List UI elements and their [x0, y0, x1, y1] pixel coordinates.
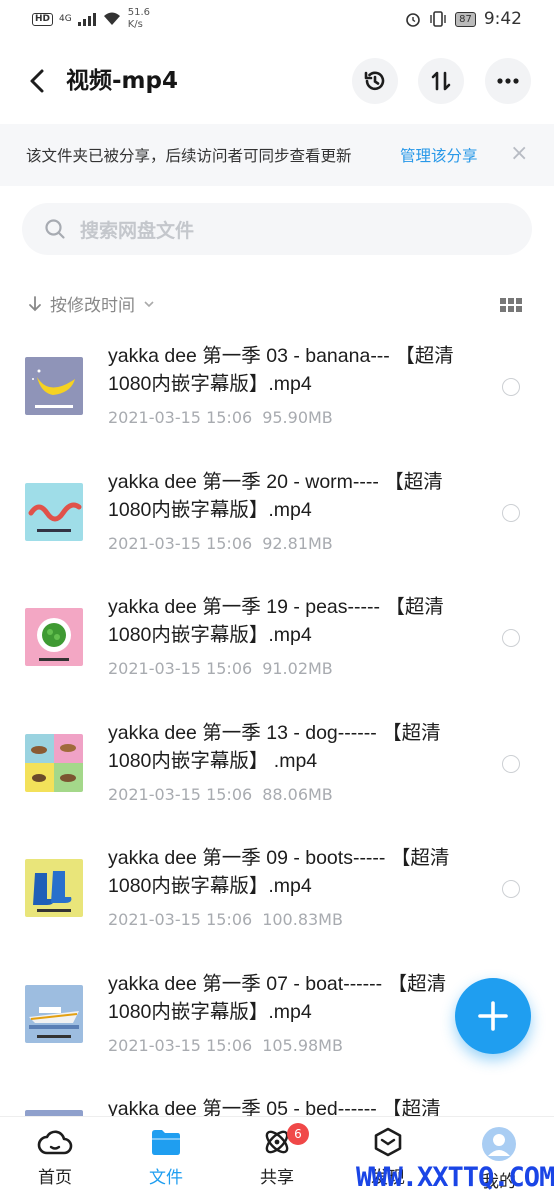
- video-thumbnail-worm: [25, 482, 83, 541]
- file-name: yakka dee 第一季 19 - peas----- 【超清1080内嵌字幕…: [108, 596, 444, 646]
- speed-value: 51.6: [127, 7, 150, 18]
- file-size: 91.02MB: [262, 659, 333, 678]
- battery-level: 87: [455, 11, 476, 27]
- file-date: 2021-03-15 15:06: [108, 659, 253, 678]
- file-row[interactable]: yakka dee 第一季 13 - dog------ 【超清1080内嵌字幕…: [0, 707, 554, 833]
- hd-indicator: HD: [32, 12, 54, 26]
- alarm-icon: [406, 13, 420, 27]
- more-button[interactable]: [485, 58, 531, 104]
- share-banner-text: 该文件夹已被分享，后续访问者可同步查看更新: [26, 147, 352, 165]
- wifi-icon: [103, 12, 120, 25]
- sort-down-arrow-icon: [29, 295, 41, 311]
- nav-home[interactable]: 首页: [15, 1127, 95, 1188]
- transfer-button[interactable]: [418, 58, 464, 104]
- file-date: 2021-03-15 15:06: [108, 533, 253, 553]
- nav-files-label: 文件: [149, 1168, 183, 1188]
- grid-view-icon[interactable]: [500, 298, 522, 312]
- sort-dropdown[interactable]: 按修改时间: [28, 291, 155, 316]
- back-arrow-icon: [30, 69, 44, 93]
- back-button[interactable]: [22, 64, 56, 98]
- speed-unit: K/s: [127, 19, 143, 30]
- network-type: 4G: [59, 14, 72, 24]
- transfer-icon: [431, 71, 451, 91]
- nav-share-label: 共享: [260, 1168, 294, 1188]
- vibrate-icon: [430, 11, 446, 27]
- file-date: 2021-03-15 15:06: [108, 910, 253, 929]
- select-radio[interactable]: [502, 503, 520, 522]
- file-name: yakka dee 第一季 13 - dog------ 【超清1080内嵌字幕…: [108, 721, 441, 772]
- nav-home-label: 首页: [38, 1168, 72, 1188]
- plus-icon: [478, 1001, 508, 1031]
- sort-label: 按修改时间: [50, 296, 135, 316]
- folder-icon: [152, 1130, 180, 1155]
- avatar-icon: [482, 1127, 516, 1161]
- file-date: 2021-03-15 15:06: [108, 408, 253, 427]
- add-button[interactable]: [455, 978, 531, 1054]
- file-name: yakka dee 第一季 03 - banana--- 【超清1080内嵌字幕…: [108, 345, 454, 395]
- file-row[interactable]: yakka dee 第一季 20 - worm---- 【超清1080内嵌字幕版…: [0, 456, 554, 582]
- video-thumbnail-boots: [25, 859, 83, 917]
- file-date: 2021-03-15 15:06: [108, 1035, 253, 1055]
- close-banner-button[interactable]: ×: [510, 142, 528, 166]
- file-list: yakka dee 第一季 03 - banana--- 【超清1080内嵌字幕…: [0, 330, 554, 1200]
- history-button[interactable]: [352, 58, 398, 104]
- file-size: 92.81MB: [262, 533, 333, 553]
- select-radio[interactable]: [502, 629, 520, 647]
- page-title: 视频-mp4: [66, 68, 178, 94]
- clock: 9:42: [483, 9, 522, 29]
- search-placeholder: 搜索网盘文件: [80, 219, 195, 242]
- video-thumbnail-dog: [25, 733, 83, 792]
- search-icon: [45, 219, 65, 239]
- file-row[interactable]: yakka dee 第一季 19 - peas----- 【超清1080内嵌字幕…: [0, 581, 554, 707]
- video-thumbnail-banana: [25, 357, 83, 415]
- file-size: 95.90MB: [262, 408, 333, 427]
- app-header: 视频-mp4: [0, 50, 554, 112]
- share-badge: 6: [287, 1123, 309, 1145]
- watermark: WWW.XXTTQ.COM: [356, 1162, 554, 1193]
- file-date: 2021-03-15 15:06: [108, 784, 253, 804]
- history-icon: [364, 71, 385, 91]
- file-name: yakka dee 第一季 09 - boots----- 【超清1080内嵌字…: [108, 847, 450, 897]
- video-thumbnail-peas: [25, 608, 83, 666]
- file-row[interactable]: yakka dee 第一季 09 - boots----- 【超清1080内嵌字…: [0, 832, 554, 958]
- discover-cube-icon: [374, 1127, 402, 1157]
- select-radio[interactable]: [502, 754, 520, 773]
- select-radio[interactable]: [502, 880, 520, 898]
- status-bar: HD 4G 51.6 K/s 87 9:42: [0, 0, 554, 38]
- file-row[interactable]: yakka dee 第一季 03 - banana--- 【超清1080内嵌字幕…: [0, 330, 554, 456]
- nav-share[interactable]: 6 共享: [237, 1123, 317, 1188]
- file-size: 100.83MB: [262, 910, 343, 929]
- video-thumbnail-boat: [25, 984, 83, 1043]
- network-speed: 51.6 K/s: [128, 7, 150, 31]
- file-size: 88.06MB: [262, 784, 333, 804]
- signal-icon: [77, 12, 96, 26]
- file-name: yakka dee 第一季 07 - boat------ 【超清1080内嵌字…: [108, 972, 447, 1023]
- select-radio[interactable]: [502, 378, 520, 396]
- share-banner: 该文件夹已被分享，后续访问者可同步查看更新 管理该分享 ×: [0, 124, 554, 186]
- search-input[interactable]: 搜索网盘文件: [22, 203, 532, 255]
- file-name: yakka dee 第一季 20 - worm---- 【超清1080内嵌字幕版…: [108, 470, 443, 521]
- chevron-down-icon: [144, 300, 154, 307]
- nav-files[interactable]: 文件: [126, 1127, 206, 1188]
- more-icon: [497, 78, 519, 84]
- manage-share-link[interactable]: 管理该分享: [400, 144, 478, 166]
- sort-bar: 按修改时间: [0, 288, 554, 320]
- file-size: 105.98MB: [262, 1035, 343, 1055]
- home-cloud-icon: [37, 1130, 73, 1155]
